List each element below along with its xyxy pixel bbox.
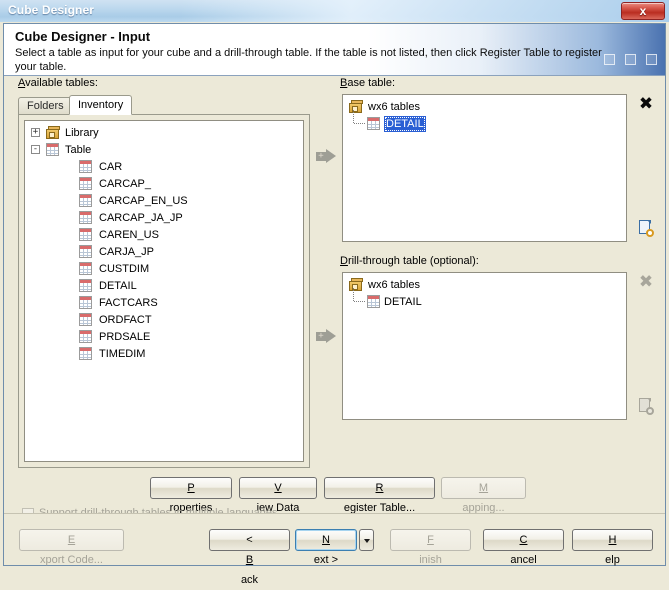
next-label: ext >: [313, 554, 339, 566]
tree-item-label: CAREN_US: [99, 229, 159, 241]
window-titlebar: Cube Designer x: [0, 0, 669, 22]
page-description: Select a table as input for your cube an…: [15, 47, 602, 73]
register-table-button[interactable]: Register Table...: [324, 477, 435, 514]
tree-item-label: DETAIL: [99, 280, 137, 292]
view-data-mnemonic: V: [274, 482, 282, 494]
finish-mnemonic: F: [427, 534, 434, 546]
next-dropdown-arrow[interactable]: [359, 529, 374, 551]
cancel-label: ancel: [510, 554, 537, 566]
drillthrough-remove-icon: ✖: [638, 272, 654, 292]
base-table-listbox[interactable]: wx6 tables DETAIL: [342, 94, 627, 242]
register-table-mnemonic: R: [375, 482, 384, 494]
table-icon: [79, 279, 92, 292]
table-icon: [367, 295, 380, 308]
tab-inventory[interactable]: Inventory: [69, 95, 133, 115]
page-title: Cube Designer - Input: [15, 29, 151, 44]
tree-item-label: CAR: [99, 161, 123, 173]
help-mnemonic: H: [608, 534, 617, 546]
available-tables-label-text: vailable tables:: [25, 77, 98, 89]
library-icon: [349, 278, 364, 292]
available-tables-label: Available tables:: [18, 77, 98, 89]
next-mnemonic: N: [322, 534, 330, 546]
table-group-icon: [46, 143, 59, 156]
table-icon: [79, 296, 92, 309]
view-data-button[interactable]: View Data: [239, 477, 317, 514]
drillthrough-table-label-text: rill-through table (optional):: [347, 255, 479, 267]
table-icon: [79, 262, 92, 275]
drillthrough-item-label: DETAIL: [384, 296, 422, 308]
tree-item-label: ORDFACT: [99, 314, 152, 326]
drillthrough-table-mnemonic: D: [340, 255, 348, 267]
table-icon: [79, 194, 92, 207]
cancel-mnemonic: C: [519, 534, 528, 546]
tree-item-label: FACTCARS: [99, 297, 158, 309]
tree-node-table-label: Table: [65, 144, 92, 156]
finish-label: inish: [419, 554, 442, 566]
base-table-root-label: wx6 tables: [368, 101, 420, 113]
properties-button[interactable]: Properties: [150, 477, 232, 514]
dialog-footer: Export Code... < Back Next > Finish Canc…: [4, 513, 665, 586]
window-close-button[interactable]: x: [621, 2, 665, 20]
base-table-remove-icon[interactable]: ✖: [638, 96, 654, 113]
wizard-banner: Cube Designer - Input Select a table as …: [4, 24, 665, 76]
drillthrough-properties-icon: [639, 398, 654, 415]
tree-node-library-label: Library: [65, 127, 99, 139]
dialog-frame: Cube Designer - Input Select a table as …: [3, 23, 666, 586]
base-table-label-text: ase table:: [347, 77, 396, 89]
table-icon: [79, 160, 92, 173]
drillthrough-table-label: Drill-through table (optional):: [340, 255, 479, 267]
properties-mnemonic: P: [187, 482, 195, 494]
dialog-body: Available tables: Folders Inventory + Li…: [4, 77, 665, 520]
table-expander-icon[interactable]: -: [31, 145, 40, 154]
banner-square-icon-2: [625, 54, 636, 65]
back-mnemonic: B: [245, 554, 254, 566]
banner-square-icon-1: [604, 54, 615, 65]
base-table-item-label: DETAIL: [384, 116, 426, 132]
drillthrough-root-label: wx6 tables: [368, 279, 420, 291]
library-icon: [46, 126, 61, 140]
next-button[interactable]: Next >: [295, 529, 357, 566]
help-label: elp: [605, 554, 620, 566]
cancel-button[interactable]: Cancel: [483, 529, 564, 566]
window-title: Cube Designer: [8, 3, 94, 17]
table-icon: [79, 313, 92, 326]
add-to-base-table-arrow[interactable]: +: [316, 149, 336, 164]
library-expander-icon[interactable]: +: [31, 128, 40, 137]
base-table-properties-icon[interactable]: [639, 220, 654, 237]
back-prefix: <: [246, 534, 253, 546]
tree-item-label: CARCAP_EN_US: [99, 195, 188, 207]
add-to-drillthrough-arrow[interactable]: +: [316, 329, 336, 344]
table-icon: [79, 330, 92, 343]
table-icon: [79, 347, 92, 360]
tree-item-label: TIMEDIM: [99, 348, 146, 360]
tree-item-label: CARJA_JP: [99, 246, 155, 258]
table-icon: [79, 228, 92, 241]
base-table-label: Base table:: [340, 77, 395, 89]
titlebar-gloss: [180, 0, 669, 22]
table-icon: [79, 211, 92, 224]
available-tables-tree[interactable]: + Library - Table CAR CARCAP_ CARCAP_EN_US…: [24, 120, 304, 462]
back-button[interactable]: < Back: [209, 529, 290, 586]
tab-folders[interactable]: Folders: [18, 97, 73, 115]
back-label: ack: [240, 574, 259, 586]
tree-item-label: CARCAP_: [99, 178, 151, 190]
available-tables-panel: + Library - Table CAR CARCAP_ CARCAP_EN_US…: [18, 114, 310, 468]
drillthrough-table-listbox[interactable]: wx6 tables DETAIL: [342, 272, 627, 420]
help-button[interactable]: Help: [572, 529, 653, 566]
mapping-mnemonic: M: [478, 482, 489, 494]
library-icon: [349, 100, 364, 114]
tree-item-label: CUSTDIM: [99, 263, 150, 275]
export-code-label: xport Code...: [40, 554, 103, 566]
mapping-button: Mapping...: [441, 477, 526, 514]
export-code-mnemonic: E: [67, 534, 76, 546]
finish-button: Finish: [390, 529, 471, 566]
export-code-button: Export Code...: [19, 529, 124, 566]
banner-square-icon-3: [646, 54, 657, 65]
tree-item-label: CARCAP_JA_JP: [99, 212, 183, 224]
tree-item-label: PRDSALE: [99, 331, 151, 343]
table-icon: [367, 117, 380, 130]
table-icon: [79, 177, 92, 190]
table-icon: [79, 245, 92, 258]
chevron-down-icon: [364, 539, 370, 543]
